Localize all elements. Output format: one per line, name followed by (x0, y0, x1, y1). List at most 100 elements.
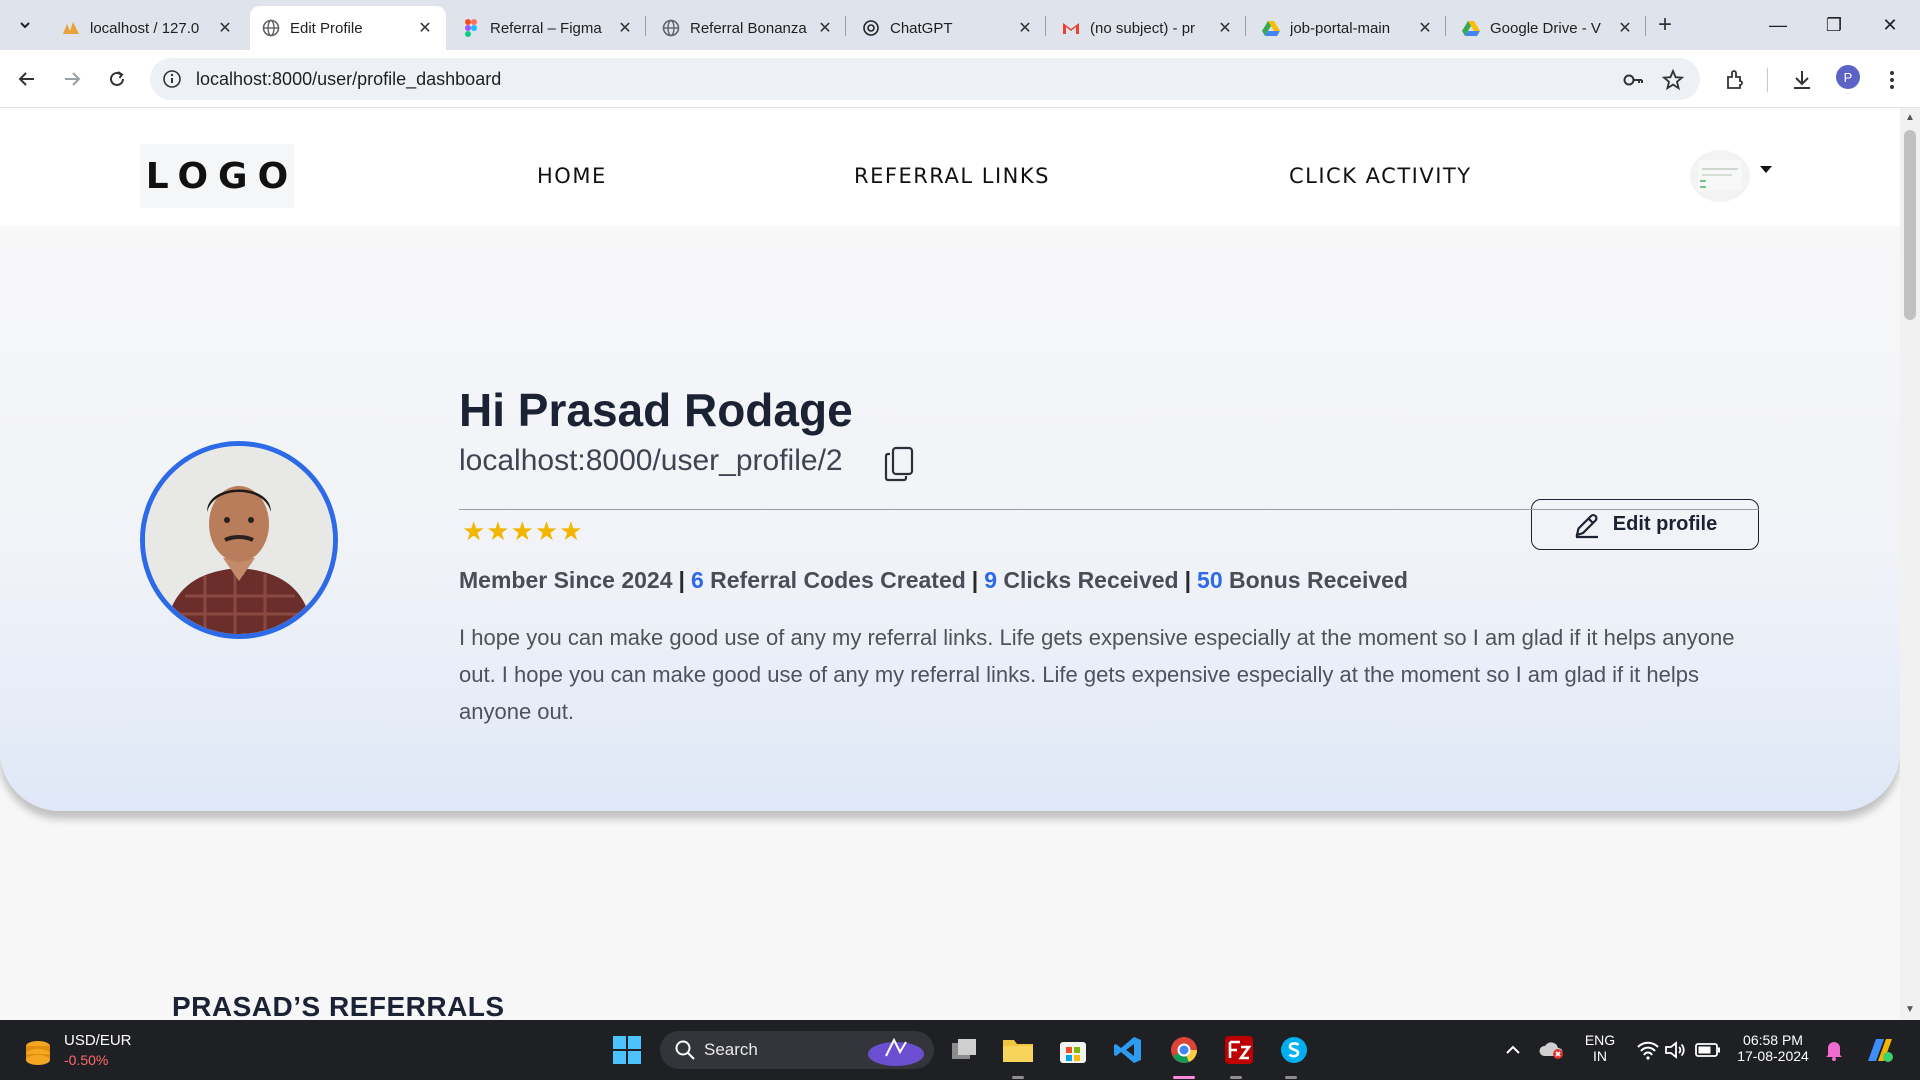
page-scrollbar[interactable]: ▲ ▼ (1900, 108, 1920, 1020)
site-logo[interactable]: LOGO (140, 144, 294, 208)
chrome-icon (1171, 1037, 1197, 1063)
close-icon[interactable]: ✕ (1616, 18, 1634, 38)
globe-icon (262, 19, 280, 37)
skype-button[interactable] (1276, 1032, 1312, 1068)
start-button[interactable] (609, 1032, 645, 1068)
store-icon (1060, 1042, 1086, 1063)
figma-icon (462, 19, 480, 37)
clicks-label: Clicks Received (1003, 567, 1179, 593)
tab-separator (1445, 16, 1446, 36)
taskbar-search[interactable]: Search (660, 1031, 934, 1069)
close-icon[interactable]: ✕ (416, 18, 434, 38)
stats-separator: | (678, 567, 685, 593)
gmail-icon (1062, 19, 1080, 37)
nav-referral-links[interactable]: REFERRAL LINKS (854, 164, 1050, 188)
clock[interactable]: 06:58 PM 17-08-2024 (1728, 1032, 1818, 1064)
tab-google-drive[interactable]: Google Drive - V ✕ (1450, 6, 1646, 50)
edit-profile-button[interactable]: Edit profile (1531, 499, 1759, 550)
profile-url-text: localhost:8000/user_profile/2 (459, 444, 843, 477)
tab-chatgpt[interactable]: ChatGPT ✕ (850, 6, 1046, 50)
onedrive-status[interactable] (1534, 1032, 1570, 1068)
back-button[interactable] (12, 64, 42, 94)
chrome-button[interactable] (1166, 1032, 1202, 1068)
battery-status[interactable] (1690, 1032, 1726, 1068)
notifications-button[interactable] (1816, 1032, 1852, 1068)
close-window-button[interactable]: ✕ (1866, 10, 1914, 40)
browser-toolbar: localhost:8000/user/profile_dashboard (0, 50, 1920, 108)
copilot-button[interactable] (1862, 1032, 1898, 1068)
volume-status[interactable] (1658, 1032, 1694, 1068)
referral-codes-label: Referral Codes Created (710, 567, 966, 593)
extensions-icon[interactable] (1724, 68, 1748, 92)
language-indicator[interactable]: ENG IN (1580, 1032, 1620, 1064)
greeting-heading: Hi Prasad Rodage (459, 384, 853, 436)
tab-gmail[interactable]: (no subject) - pr ✕ (1050, 6, 1246, 50)
file-explorer-button[interactable] (1000, 1032, 1036, 1068)
url-text[interactable]: localhost:8000/user/profile_dashboard (196, 69, 501, 90)
star-bookmark-icon[interactable] (1662, 69, 1684, 91)
key-icon[interactable] (1622, 69, 1644, 91)
user-menu-avatar[interactable] (1690, 150, 1750, 202)
forward-button[interactable] (57, 64, 87, 94)
close-icon[interactable]: ✕ (216, 18, 234, 38)
scrollbar-thumb[interactable] (1904, 130, 1916, 320)
site-header: LOGO HOME REFERRAL LINKS CLICK ACTIVITY (0, 108, 1900, 226)
nav-click-activity[interactable]: CLICK ACTIVITY (1289, 164, 1472, 188)
tab-title: ChatGPT (890, 19, 953, 37)
tab-job-portal[interactable]: job-portal-main ✕ (1250, 6, 1446, 50)
search-icon (675, 1040, 695, 1060)
windows-logo-icon (613, 1036, 641, 1064)
folder-icon (1003, 1040, 1033, 1062)
address-bar[interactable]: localhost:8000/user/profile_dashboard (150, 58, 1700, 100)
bonus-count: 50 (1197, 567, 1223, 593)
restore-button[interactable]: ❐ (1810, 10, 1858, 40)
battery-icon (1695, 1043, 1720, 1057)
close-icon[interactable]: ✕ (1016, 18, 1034, 38)
minimize-button[interactable]: — (1754, 10, 1802, 40)
pencil-icon (1575, 513, 1598, 538)
tab-phpmyadmin[interactable]: localhost / 127.0 ✕ (50, 6, 246, 50)
profile-hero: Hi Prasad Rodage localhost:8000/user_pro… (0, 226, 1900, 811)
vscode-button[interactable] (1110, 1032, 1146, 1068)
market-ticker-widget[interactable]: USD/EUR -0.50% (20, 1032, 132, 1072)
tab-search-button[interactable] (10, 10, 40, 40)
tab-figma[interactable]: Referral – Figma ✕ (450, 6, 646, 50)
info-icon[interactable] (162, 69, 182, 89)
ticker-symbol: USD/EUR (64, 1032, 132, 1049)
tab-title: job-portal-main (1290, 19, 1391, 37)
drive-icon (1262, 19, 1280, 37)
toolbar-divider (1767, 68, 1768, 92)
close-icon[interactable]: ✕ (1416, 18, 1434, 38)
tab-title: (no subject) - pr (1090, 19, 1196, 37)
more-menu-icon[interactable] (1880, 68, 1904, 92)
tab-title: Google Drive - V (1490, 19, 1601, 37)
copy-icon[interactable] (884, 446, 914, 482)
filezilla-button[interactable] (1221, 1032, 1257, 1068)
nav-home[interactable]: HOME (537, 164, 607, 188)
new-tab-button[interactable]: + (1652, 12, 1678, 38)
web-page: LOGO HOME REFERRAL LINKS CLICK ACTIVITY … (0, 108, 1900, 1020)
stats-separator: | (971, 567, 979, 593)
reload-button[interactable] (102, 64, 132, 94)
windows-taskbar: USD/EUR -0.50% Search ENG IN 06:58 PM 17… (0, 1020, 1920, 1080)
close-icon[interactable]: ✕ (1216, 18, 1234, 38)
task-view-button[interactable] (946, 1032, 982, 1068)
tab-title: localhost / 127.0 (90, 19, 200, 37)
referrals-section-title: PRASAD’S REFERRALS (172, 991, 505, 1020)
close-icon[interactable]: ✕ (616, 18, 634, 38)
tab-separator (845, 16, 846, 36)
caret-down-icon[interactable] (1760, 166, 1772, 173)
filezilla-icon (1225, 1036, 1253, 1064)
show-hidden-icons-button[interactable] (1495, 1032, 1531, 1068)
scroll-down-icon[interactable]: ▼ (1905, 1004, 1915, 1015)
tab-edit-profile[interactable]: Edit Profile ✕ (250, 6, 446, 50)
scroll-up-icon[interactable]: ▲ (1905, 112, 1915, 123)
download-icon[interactable] (1790, 68, 1814, 92)
tab-referral-bonanza[interactable]: Referral Bonanza ✕ (650, 6, 846, 50)
tab-separator (645, 16, 646, 36)
search-highlight-icon (868, 1037, 924, 1066)
person-photo-image (145, 446, 333, 634)
browser-profile-avatar[interactable]: P (1836, 65, 1860, 89)
microsoft-store-button[interactable] (1055, 1032, 1091, 1068)
close-icon[interactable]: ✕ (816, 18, 834, 38)
